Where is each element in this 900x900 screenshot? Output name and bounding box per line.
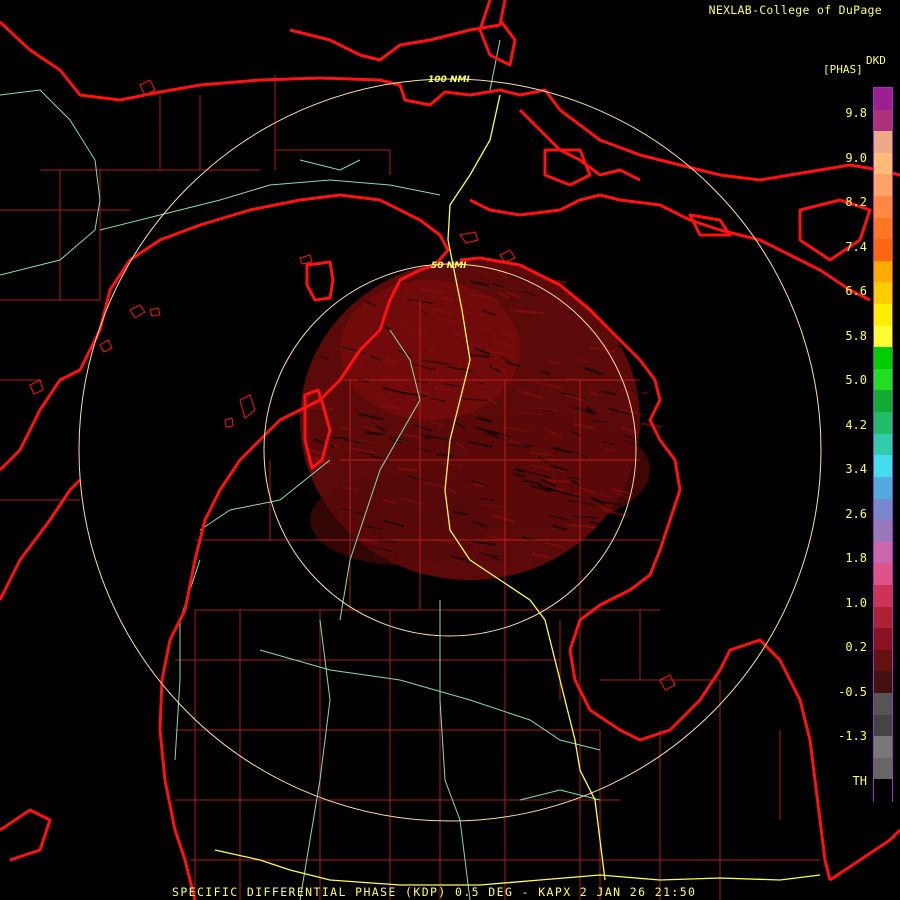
color-scale-tick: 3.4 [845, 462, 867, 476]
color-scale-segment [874, 217, 892, 240]
color-scale-segment [874, 757, 892, 780]
color-scale-segment [874, 368, 892, 392]
color-scale-segment [874, 131, 892, 154]
color-scale-segment [874, 412, 892, 435]
radar-map: 100 NMI 50 NMI [0, 0, 900, 900]
color-scale-segment [874, 584, 892, 608]
color-scale-tick: -1.3 [838, 729, 867, 743]
color-scale-segment [874, 196, 892, 219]
color-scale-segment [874, 779, 892, 802]
color-scale-segment [874, 541, 892, 564]
color-scale-segment [874, 455, 892, 478]
legend-unit-label: DKD [866, 54, 886, 67]
color-scale-segment [874, 606, 892, 629]
color-scale-segment [874, 304, 892, 327]
color-scale-segment [874, 714, 892, 737]
color-scale-segment [874, 282, 892, 305]
color-scale-segment [874, 692, 892, 716]
color-scale-segment [874, 476, 892, 500]
color-scale-segment [874, 736, 892, 759]
color-scale-segment [874, 152, 892, 176]
color-scale-tick: TH [852, 773, 867, 788]
header-credit[interactable]: NEXLAB-College of DuPage [709, 3, 882, 17]
color-scale-segment [874, 433, 892, 456]
footer-caption: SPECIFIC DIFFERENTIAL PHASE (KDP) 0.5 DE… [172, 885, 697, 899]
color-scale-tick: 6.6 [845, 284, 867, 298]
legend-title: [PHAS] [823, 63, 863, 76]
color-scale-tick: 0.2 [845, 640, 867, 654]
color-scale-segment [874, 563, 892, 586]
color-scale-segment [874, 390, 892, 413]
color-scale-tick: 4.2 [845, 417, 867, 432]
color-scale-tick: 1.0 [845, 595, 867, 610]
color-scale-segment [874, 325, 892, 348]
color-scale-tick: 9.0 [845, 150, 867, 165]
radar-echo-area [300, 260, 650, 580]
color-scale-tick: 9.8 [845, 106, 867, 120]
color-scale-segment [874, 260, 892, 284]
color-scale-tick: 5.0 [845, 373, 867, 387]
color-scale-tick: -0.5 [838, 684, 867, 699]
range-ring-100-label: 100 NMI [428, 75, 470, 85]
color-scale-segment [874, 109, 892, 132]
color-scale-segment [874, 174, 892, 197]
color-scale-tick: 8.2 [845, 195, 867, 209]
color-scale-segment [874, 520, 892, 543]
color-scale-segment [874, 239, 892, 262]
color-scale-bar [873, 87, 893, 802]
range-ring-50-label: 50 NMI [431, 261, 467, 271]
color-scale-segment [874, 498, 892, 521]
color-scale-segment [874, 649, 892, 672]
color-scale-tick: 5.8 [845, 328, 867, 343]
color-scale-tick: 2.6 [845, 506, 867, 521]
color-scale-segment [874, 628, 892, 651]
color-scale-segment [874, 347, 892, 370]
color-scale-segment [874, 671, 892, 694]
color-scale-tick: 7.4 [845, 239, 867, 254]
color-scale-tick: 1.8 [845, 551, 867, 565]
color-scale-segment [874, 88, 892, 111]
